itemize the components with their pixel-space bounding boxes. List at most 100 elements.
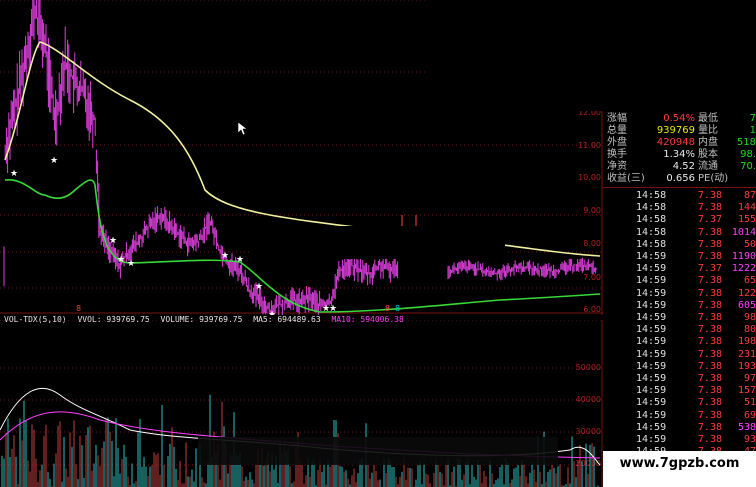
trade-row: 14:59 7.38 80 [605,324,756,336]
trade-row: 14:59 7.38 538 [605,422,756,434]
price-axis-label: 11.00 [578,141,601,150]
trade-time: 14:59 [636,397,667,409]
trade-price: 7.38 [697,287,722,299]
quote-label: 最低 [698,113,718,124]
trade-volume: 69 [743,409,756,421]
trade-volume: 538 [737,421,756,433]
trade-time: 14:59 [636,275,667,287]
quote-label: PE(动) [698,173,729,184]
trade-volume: 80 [743,324,756,336]
quote-label: 量比 [698,125,718,136]
quote-row: 收益(三) 0.656 PE(动) [605,173,756,185]
quote-row: 净资 4.52 流通 70. [605,161,756,173]
quote-label: 净资 [607,161,627,172]
trade-time: 14:59 [636,336,667,348]
trade-price: 7.38 [697,202,722,214]
trade-time: 14:59 [636,421,667,433]
trade-price: 7.38 [697,434,722,445]
quote-label: 总量 [607,125,627,136]
trade-price: 7.38 [697,238,722,250]
volume-axis-label: 40000 [576,395,601,404]
trade-row: 14:59 7.38 193 [605,361,756,373]
trade-volume: 231 [737,348,756,360]
quote-row: 换手 1.34% 股本 98. [605,149,756,161]
trade-row: 14:59 7.38 51 [605,397,756,409]
trade-price: 7.38 [697,409,722,421]
trade-volume: 157 [737,385,756,397]
quote-row: 涨幅 0.54% 最低 7 [605,113,756,125]
time-marker-label: 8 [395,304,400,313]
trade-row: 14:59 7.38 198 [605,336,756,348]
quote-value: 518 [736,137,756,148]
trade-time: 14:58 [636,214,667,226]
trade-row: 14:58 7.38 1014 [605,227,756,239]
price-axis-label: 6.00 [583,305,601,314]
trade-time: 14:59 [636,409,667,421]
quote-label: 流通 [698,161,718,172]
signal-star-icon: ★ [236,255,244,265]
trade-price: 7.38 [697,251,722,262]
trade-price: 7.38 [697,360,722,372]
signal-star-icon: ★ [10,169,18,179]
quote-label: 外盘 [607,137,627,148]
trade-price: 7.38 [697,299,722,311]
volume-axis-label: 20000 [576,459,601,468]
signal-star-icon: ★ [255,282,263,292]
trade-time: 14:58 [636,190,667,201]
trade-time: 14:58 [636,226,667,238]
quote-label: 内盘 [698,137,718,148]
time-marker-label: 8 [76,304,81,313]
price-axis-label: 10.00 [578,173,601,182]
obscured-caption [198,437,558,465]
price-axis-label: 7.00 [583,273,601,282]
trade-time: 14:58 [636,202,667,214]
quote-value: 1 [749,125,756,136]
trade-volume: 98 [743,312,756,323]
trade-time: 14:59 [636,434,667,445]
trade-volume: 144 [737,202,756,214]
trade-row: 14:59 7.38 93 [605,434,756,446]
trade-volume: 1014 [731,226,756,238]
quote-value: 70. [740,161,756,172]
quote-label: 换手 [607,149,627,160]
trade-volume: 1222 [731,263,756,275]
trade-row: 14:59 7.37 1222 [605,263,756,275]
trade-time: 14:59 [636,348,667,360]
quote-separator [603,187,756,188]
trade-price: 7.38 [697,373,722,384]
trade-time: 14:59 [636,324,667,336]
signal-star-icon: ★ [127,259,135,269]
trade-volume: 93 [743,434,756,445]
quote-label: 股本 [698,149,718,160]
trade-time: 14:58 [636,238,667,250]
site-watermark: www.7gpzb.com [603,451,756,487]
trade-row: 14:59 7.38 97 [605,373,756,385]
trade-price: 7.38 [697,324,722,336]
trade-volume: 87 [743,190,756,201]
trade-volume: 155 [737,214,756,226]
signal-star-icon: ★ [221,251,229,261]
signal-star-icon: ★ [117,255,125,265]
volume-axis-label: 50000 [576,363,601,372]
trade-price: 7.38 [697,397,722,409]
trade-price: 7.38 [697,348,722,360]
trade-price: 7.38 [697,275,722,287]
trade-time: 14:59 [636,312,667,323]
quote-value: 1.34% [663,149,695,160]
trade-row: 14:59 7.38 65 [605,275,756,287]
trade-price: 7.38 [697,421,722,433]
trade-price: 7.38 [697,385,722,397]
quote-row: 总量 939769 量比 1 [605,125,756,137]
trade-row: 14:58 7.38 50 [605,239,756,251]
quote-value: 98. [740,149,756,160]
trade-volume: 193 [737,360,756,372]
redaction-block-mid [250,226,505,259]
trade-time: 14:59 [636,360,667,372]
trade-time: 14:59 [636,287,667,299]
trade-time: 14:59 [636,385,667,397]
trade-row: 14:58 7.38 87 [605,190,756,202]
mouse-cursor-icon [238,122,248,136]
quote-label: 收益(三) [607,173,645,184]
trade-volume: 65 [743,275,756,287]
trade-time: 14:59 [636,251,667,262]
